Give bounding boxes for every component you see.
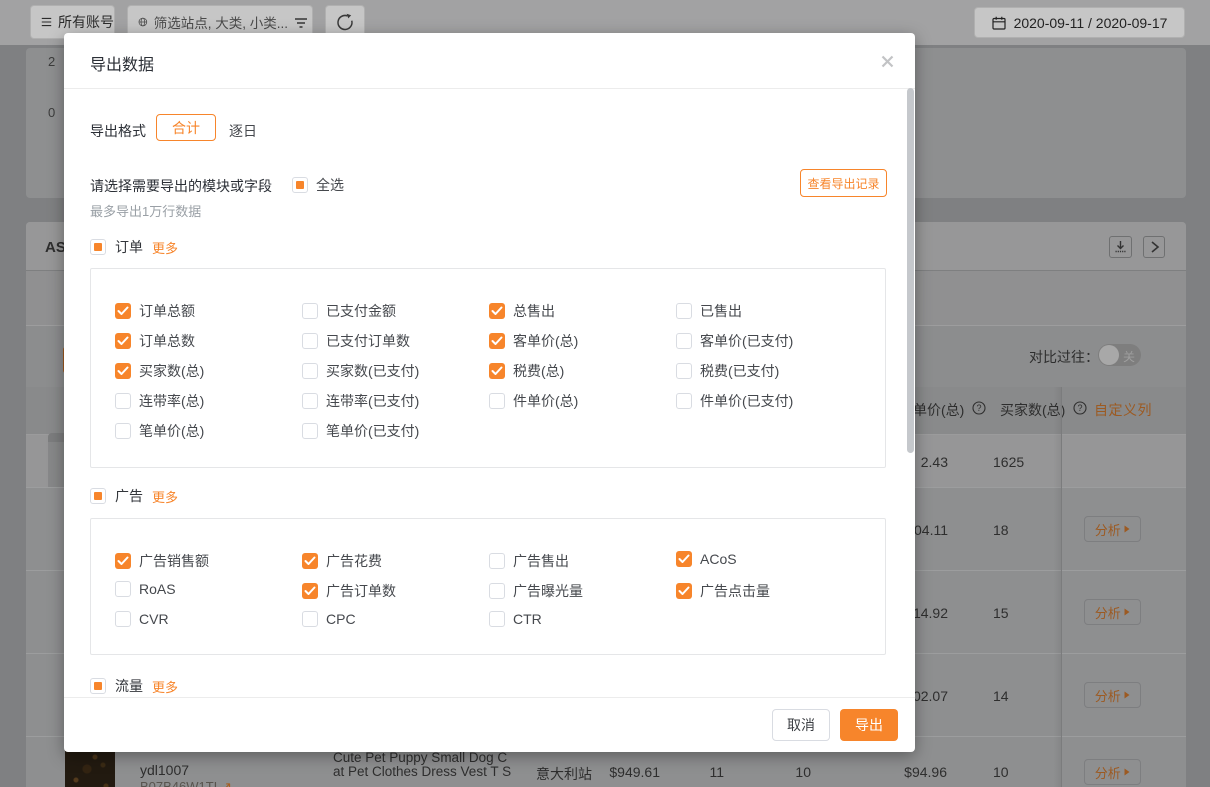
svg-text:?: ? xyxy=(976,403,981,413)
svg-text:?: ? xyxy=(1077,403,1082,413)
